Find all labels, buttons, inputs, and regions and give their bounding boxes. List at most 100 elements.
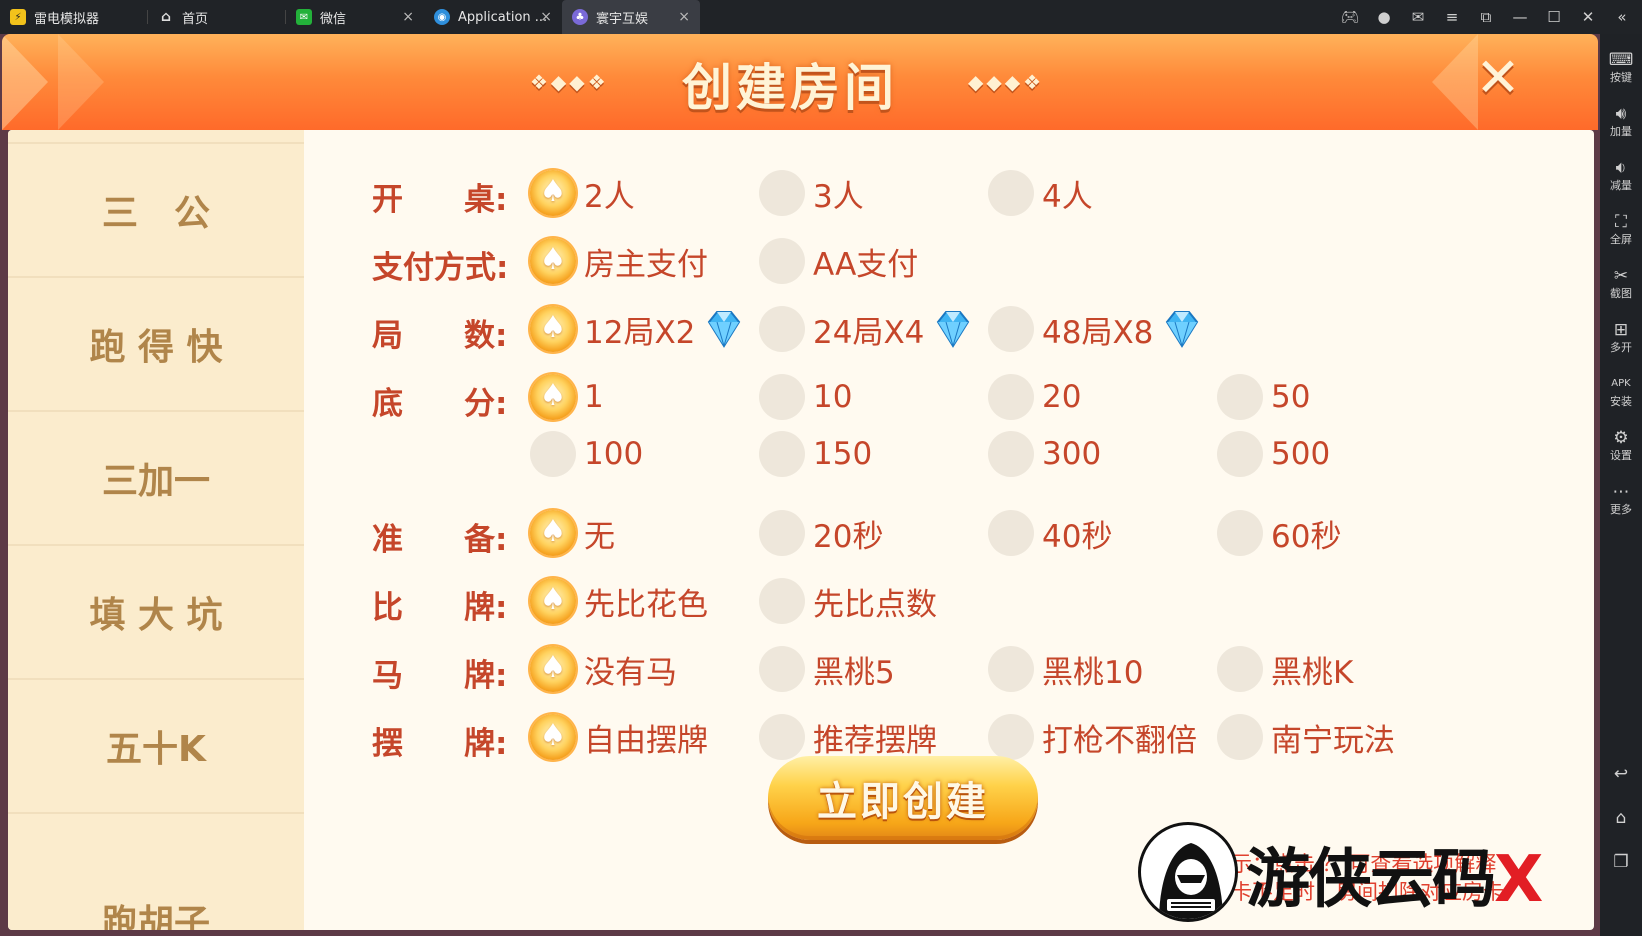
radio-unselected[interactable] — [1217, 431, 1263, 477]
maximize-icon[interactable]: ☐ — [1544, 7, 1564, 27]
radio-option[interactable]: ♠ 先比花色 — [530, 578, 708, 624]
radio-option[interactable]: 500 — [1217, 431, 1330, 477]
menu-icon[interactable]: ≡ — [1442, 7, 1462, 27]
radio-option[interactable]: 3人 — [759, 170, 864, 216]
close-tab-icon[interactable]: × — [402, 9, 414, 25]
toolbar-fullscreen[interactable]: ⛶ 全屏 — [1600, 212, 1642, 248]
toolbar-install[interactable]: APK 安装 — [1600, 374, 1642, 410]
radio-unselected[interactable] — [988, 646, 1034, 692]
radio-unselected[interactable] — [988, 306, 1034, 352]
toolbar-volume-up[interactable]: 🔊︎ 加量 — [1600, 104, 1642, 140]
radio-unselected[interactable] — [759, 578, 805, 624]
close-dialog-icon[interactable]: ✕ — [1468, 48, 1528, 108]
radio-option[interactable]: ♠ 没有马 — [530, 646, 677, 692]
radio-selected-spade-icon[interactable]: ♠ — [530, 306, 576, 352]
radio-option[interactable]: 先比点数 — [759, 578, 937, 624]
radio-option[interactable]: AA支付 — [759, 238, 918, 284]
game-item-paohuzi[interactable]: 跑胡子 — [8, 812, 304, 930]
minimize-icon[interactable]: — — [1510, 7, 1530, 27]
radio-option[interactable]: ♠ 12局X2 — [530, 306, 747, 352]
tab-leidian[interactable]: ⚡ 雷电模拟器 — [0, 0, 148, 34]
radio-unselected[interactable] — [1217, 646, 1263, 692]
radio-unselected[interactable] — [759, 170, 805, 216]
radio-option[interactable]: 推荐摆牌 — [759, 714, 937, 760]
radio-option[interactable]: 50 — [1217, 374, 1310, 420]
radio-option[interactable]: 150 — [759, 431, 872, 477]
radio-option[interactable]: 打枪不翻倍 — [988, 714, 1197, 760]
radio-option-label: 1 — [584, 379, 604, 415]
radio-selected-spade-icon[interactable]: ♠ — [530, 510, 576, 556]
radio-option[interactable]: 60秒 — [1217, 510, 1341, 556]
radio-option[interactable]: 20秒 — [759, 510, 883, 556]
radio-unselected[interactable] — [988, 714, 1034, 760]
radio-option[interactable]: ♠ 自由摆牌 — [530, 714, 708, 760]
game-item-wushik[interactable]: 五十K — [8, 678, 304, 812]
toolbar-settings[interactable]: ⚙ 设置 — [1600, 428, 1642, 464]
radio-option[interactable]: 黑桃K — [1217, 646, 1353, 692]
tab-application[interactable]: ◉ Application ... × — [424, 0, 562, 34]
toolbar-more[interactable]: ⋯ 更多 — [1600, 482, 1642, 518]
radio-option[interactable]: ♠ 房主支付 — [530, 238, 708, 284]
tab-wechat[interactable]: ✉ 微信 × — [286, 0, 424, 34]
radio-unselected[interactable] — [1217, 714, 1263, 760]
radio-option[interactable]: ♠ 2人 — [530, 170, 635, 216]
radio-option[interactable]: 40秒 — [988, 510, 1112, 556]
game-item-sangong[interactable]: 三 公 — [8, 142, 304, 276]
radio-unselected[interactable] — [1217, 510, 1263, 556]
home-nav-icon: ⌂ — [1615, 808, 1627, 828]
game-item-sanjiayi[interactable]: 三加一 — [8, 410, 304, 544]
nav-recent[interactable]: ❐ — [1600, 852, 1642, 872]
close-icon[interactable]: ✕ — [1578, 7, 1598, 27]
radio-unselected[interactable] — [759, 306, 805, 352]
radio-selected-spade-icon[interactable]: ♠ — [530, 578, 576, 624]
toolbar-multi[interactable]: ⊞ 多开 — [1600, 320, 1642, 356]
mail-icon[interactable]: ✉ — [1408, 7, 1428, 27]
close-tab-icon[interactable]: × — [678, 9, 690, 25]
radio-selected-spade-icon[interactable]: ♠ — [530, 374, 576, 420]
tab-game[interactable]: ♣ 寰宇互娱 × — [562, 0, 700, 34]
nav-home[interactable]: ⌂ — [1600, 808, 1642, 828]
radio-option[interactable]: ♠ 1 — [530, 374, 604, 420]
radio-option[interactable]: 100 — [530, 431, 643, 477]
close-tab-icon[interactable]: × — [540, 9, 552, 25]
radio-unselected[interactable] — [1217, 374, 1263, 420]
radio-unselected[interactable] — [988, 510, 1034, 556]
radio-option[interactable]: 48局X8 — [988, 306, 1205, 352]
toolbar-keymap[interactable]: ⌨ 按键 — [1600, 50, 1642, 86]
radio-unselected[interactable] — [759, 238, 805, 284]
radio-option[interactable]: 4人 — [988, 170, 1093, 216]
radio-unselected[interactable] — [988, 431, 1034, 477]
radio-option[interactable]: 20 — [988, 374, 1081, 420]
account-icon[interactable]: ● — [1374, 7, 1394, 27]
radio-selected-spade-icon[interactable]: ♠ — [530, 238, 576, 284]
radio-option[interactable]: 300 — [988, 431, 1101, 477]
radio-option[interactable]: 24局X4 — [759, 306, 976, 352]
nav-back[interactable]: ↩ — [1600, 764, 1642, 784]
collapse-sidebar-icon[interactable]: « — [1612, 7, 1632, 27]
radio-unselected[interactable] — [988, 374, 1034, 420]
radio-selected-spade-icon[interactable]: ♠ — [530, 646, 576, 692]
radio-option[interactable]: 南宁玩法 — [1217, 714, 1395, 760]
toolbar-screenshot[interactable]: ✂ 截图 — [1600, 266, 1642, 302]
restore-window-icon[interactable]: ⧉ — [1476, 7, 1496, 27]
radio-unselected[interactable] — [988, 170, 1034, 216]
radio-selected-spade-icon[interactable]: ♠ — [530, 170, 576, 216]
radio-option[interactable]: ♠ 无 — [530, 510, 615, 556]
radio-unselected[interactable] — [530, 431, 576, 477]
game-item-paodekuai[interactable]: 跑 得 快 — [8, 276, 304, 410]
radio-option[interactable]: 黑桃5 — [759, 646, 895, 692]
radio-option[interactable]: 黑桃10 — [988, 646, 1143, 692]
tab-home[interactable]: ⌂ 首页 — [148, 0, 286, 34]
radio-unselected[interactable] — [759, 646, 805, 692]
radio-unselected[interactable] — [759, 374, 805, 420]
radio-option[interactable]: 10 — [759, 374, 852, 420]
diamond-gem-icon — [937, 311, 970, 348]
gamepad-icon[interactable]: 🎮︎ — [1340, 7, 1360, 27]
create-now-button[interactable]: 立即创建 — [768, 756, 1038, 840]
radio-selected-spade-icon[interactable]: ♠ — [530, 714, 576, 760]
game-item-tiandakeng[interactable]: 填 大 坑 — [8, 544, 304, 678]
toolbar-volume-down[interactable]: 🔉︎ 减量 — [1600, 158, 1642, 194]
radio-unselected[interactable] — [759, 714, 805, 760]
radio-unselected[interactable] — [759, 431, 805, 477]
radio-unselected[interactable] — [759, 510, 805, 556]
